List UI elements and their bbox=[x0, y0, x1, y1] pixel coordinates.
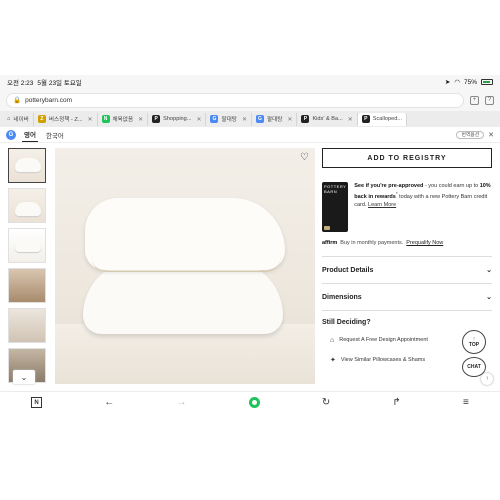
page-icon: P bbox=[361, 115, 370, 123]
affirm-row: affirm Buy in monthly payments. Prequali… bbox=[322, 240, 492, 246]
browser-toolbar: N ← → ↻ ↱ ≡ bbox=[0, 391, 500, 413]
status-bar: 오전 2:23 5월 23일 토요일 ➤ ◠ 75% bbox=[0, 75, 500, 89]
naver-icon: N bbox=[101, 115, 110, 123]
top-label: TOP bbox=[468, 342, 480, 348]
thumbnail[interactable] bbox=[8, 148, 46, 183]
tab-bar: ⌂ 네이버 Z 버스정책 - Z... ✕ N 체육없음 ✕ P Shoppin… bbox=[0, 111, 500, 127]
accordion-dimensions[interactable]: Dimensions ⌄ bbox=[322, 284, 492, 311]
lang-target[interactable]: 한국어 bbox=[44, 128, 66, 142]
close-icon[interactable]: ✕ bbox=[87, 116, 92, 123]
tab-3[interactable]: N 체육없음 ✕ bbox=[98, 112, 149, 126]
accordion-label: Dimensions bbox=[322, 293, 362, 301]
wifi-icon: ◠ bbox=[454, 79, 460, 86]
close-icon[interactable]: ✕ bbox=[488, 131, 494, 139]
product-main-image bbox=[55, 148, 315, 384]
translate-bar: G 영어 한국어 번역옵션 ✕ bbox=[0, 127, 500, 143]
tab-label: Kids' & Ba... bbox=[312, 116, 343, 122]
tab-1[interactable]: ⌂ 네이버 bbox=[3, 112, 34, 126]
location-icon: ➤ bbox=[444, 79, 451, 86]
share-icon[interactable]: ↱ bbox=[392, 397, 400, 408]
accordion-label: Product Details bbox=[322, 266, 374, 274]
thumbnail[interactable] bbox=[8, 188, 46, 223]
tab-label: 팔대탕 bbox=[221, 117, 237, 123]
page-icon: G bbox=[210, 115, 219, 123]
home-icon: ⌂ bbox=[7, 116, 11, 122]
close-icon[interactable]: ✕ bbox=[138, 116, 143, 123]
battery-icon bbox=[481, 79, 493, 85]
battery-percent: 75% bbox=[463, 78, 477, 86]
sparkle-icon: ✦ bbox=[330, 357, 336, 364]
tab-7[interactable]: P Kids' & Ba... ✕ bbox=[297, 112, 358, 126]
chat-label: CHAT bbox=[467, 364, 481, 370]
translate-icon: G bbox=[6, 129, 16, 140]
learn-more-link[interactable]: Learn More bbox=[368, 202, 396, 208]
close-icon[interactable]: ✕ bbox=[287, 116, 292, 123]
page-icon: G bbox=[255, 115, 264, 123]
page-icon: P bbox=[301, 115, 310, 123]
credit-card-image: POTTERY BARN bbox=[322, 182, 349, 232]
scroll-top-button[interactable]: ↑ TOP bbox=[462, 330, 486, 354]
address-field[interactable]: 🔒 potterybarn.com bbox=[6, 92, 464, 108]
tab-label: 네이버 bbox=[13, 117, 29, 123]
back-icon[interactable]: ← bbox=[104, 397, 114, 408]
top-margin bbox=[0, 0, 500, 75]
credit-card-promo: POTTERY BARN See if you're pre-approved … bbox=[322, 182, 492, 232]
translate-options-button[interactable]: 번역옵션 bbox=[456, 130, 485, 139]
house-icon: ⌂ bbox=[330, 336, 335, 344]
status-time: 오전 2:23 bbox=[7, 80, 34, 87]
menu-icon[interactable]: ≡ bbox=[463, 397, 469, 408]
close-icon[interactable]: ✕ bbox=[348, 116, 353, 123]
tabs-count-icon[interactable]: ? bbox=[485, 95, 494, 105]
page-icon: P bbox=[152, 115, 161, 123]
thumbnail[interactable] bbox=[8, 268, 46, 303]
arrow-up-icon[interactable]: ↑ bbox=[481, 373, 493, 385]
promo-lead: See if you're pre-approved bbox=[354, 183, 424, 189]
thumbnail[interactable] bbox=[8, 228, 46, 263]
tab-label: 체육없음 bbox=[112, 117, 134, 123]
refresh-icon[interactable]: ↻ bbox=[322, 397, 330, 408]
tab-label: Shopping... bbox=[163, 116, 192, 122]
url-text: potterybarn.com bbox=[25, 96, 73, 104]
prequalify-link[interactable]: Prequalify Now bbox=[406, 240, 443, 246]
affirm-logo: affirm bbox=[322, 240, 338, 246]
url-bar: 🔒 potterybarn.com + ? bbox=[0, 89, 500, 111]
add-to-registry-button[interactable]: ADD TO REGISTRY bbox=[322, 148, 492, 168]
accordion-product-details[interactable]: Product Details ⌄ bbox=[322, 257, 492, 284]
scallop-trim bbox=[91, 256, 281, 272]
tab-6[interactable]: G 팔대탕 ✕ bbox=[252, 112, 298, 126]
chevron-down-icon[interactable]: ⌄ bbox=[13, 370, 35, 384]
new-tab-icon[interactable]: + bbox=[470, 95, 479, 105]
close-icon[interactable]: ✕ bbox=[242, 116, 247, 123]
thumbnail[interactable] bbox=[8, 308, 46, 343]
chip-icon bbox=[324, 226, 330, 230]
tab-2[interactable]: Z 버스정책 - Z... ✕ bbox=[34, 112, 98, 126]
promo-text: See if you're pre-approved - you could e… bbox=[354, 182, 492, 232]
heart-icon[interactable]: ♡ bbox=[300, 152, 309, 163]
tab-5[interactable]: G 팔대탕 ✕ bbox=[206, 112, 252, 126]
accordion: Product Details ⌄ Dimensions ⌄ bbox=[322, 256, 492, 311]
chevron-down-icon: ⌄ bbox=[486, 294, 492, 301]
tab-4[interactable]: P Shopping... ✕ bbox=[148, 112, 207, 126]
forward-icon[interactable]: → bbox=[176, 397, 186, 408]
card-brand: POTTERY BARN bbox=[324, 184, 347, 194]
affirm-text: Buy in monthly payments. bbox=[340, 240, 404, 246]
tab-label: 버스정책 - Z... bbox=[48, 117, 83, 123]
home-button-icon[interactable] bbox=[248, 397, 260, 408]
lock-icon: 🔒 bbox=[13, 97, 22, 104]
link-label: View Similar Pillowcases & Shams bbox=[340, 357, 426, 363]
promo-mid: - you could earn up to bbox=[423, 183, 480, 189]
thumbnail-list bbox=[8, 148, 46, 384]
chevron-down-icon: ⌄ bbox=[486, 267, 492, 274]
still-deciding-heading: Still Deciding? bbox=[322, 319, 371, 326]
page-icon: Z bbox=[37, 115, 46, 123]
tab-label: Scalloped... bbox=[372, 116, 403, 122]
close-icon[interactable]: ✕ bbox=[196, 116, 201, 123]
lang-source[interactable]: 영어 bbox=[22, 127, 38, 142]
link-label: Request A Free Design Appointment bbox=[339, 337, 428, 343]
tab-label: 팔대탕 bbox=[266, 117, 283, 123]
status-date: 5월 23일 토요일 bbox=[37, 80, 82, 87]
tab-8-active[interactable]: P Scalloped... bbox=[357, 112, 408, 126]
naver-icon[interactable]: N bbox=[31, 397, 43, 408]
bottom-margin bbox=[0, 415, 500, 500]
